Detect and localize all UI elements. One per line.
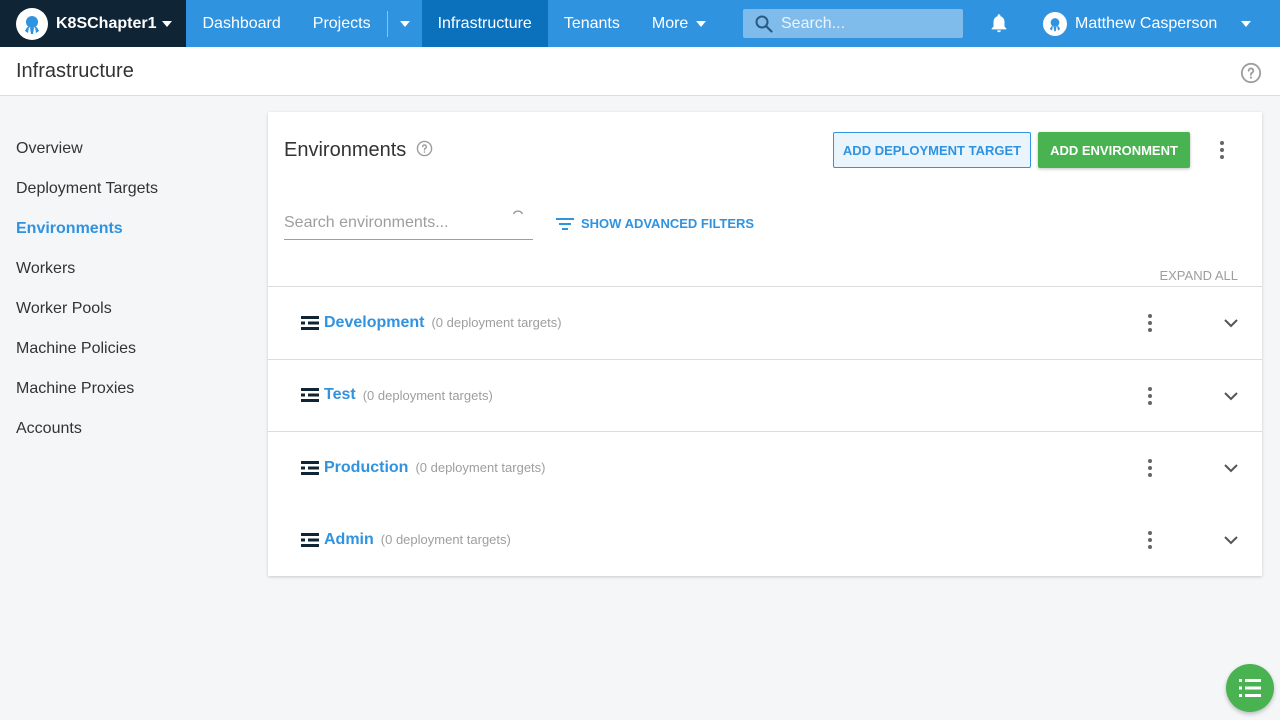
kebab-menu-icon[interactable] bbox=[1138, 384, 1162, 408]
space-switcher[interactable]: K8SChapter1 bbox=[0, 0, 187, 47]
bell-icon[interactable] bbox=[988, 12, 1010, 39]
chevron-down-icon bbox=[696, 20, 707, 27]
sidebar-item-workers[interactable]: Workers bbox=[16, 260, 158, 300]
environment-list: Development (0 deployment targets) Test … bbox=[268, 286, 1262, 576]
expand-all-button[interactable]: EXPAND ALL bbox=[1159, 268, 1238, 283]
sidebar-item-accounts[interactable]: Accounts bbox=[16, 420, 158, 460]
search-environments-input[interactable] bbox=[284, 208, 504, 238]
global-search[interactable] bbox=[743, 9, 963, 38]
space-name: K8SChapter1 bbox=[56, 14, 157, 32]
add-environment-button[interactable]: ADD ENVIRONMENT bbox=[1038, 132, 1190, 168]
environment-icon bbox=[301, 460, 319, 475]
kebab-menu-icon[interactable] bbox=[1138, 528, 1162, 552]
user-name: Matthew Casperson bbox=[1075, 14, 1218, 32]
sidebar-item-worker-pools[interactable]: Worker Pools bbox=[16, 300, 158, 340]
loading-spinner-icon bbox=[511, 208, 525, 227]
chevron-down-icon[interactable] bbox=[1224, 315, 1238, 333]
octopus-logo-icon bbox=[16, 7, 48, 40]
task-list-button[interactable] bbox=[1226, 664, 1274, 712]
panel-title: Environments bbox=[284, 139, 407, 161]
environment-name[interactable]: Production bbox=[324, 459, 408, 477]
environment-icon bbox=[301, 388, 319, 403]
sidebar-item-environments[interactable]: Environments bbox=[16, 220, 158, 260]
kebab-menu-icon[interactable] bbox=[1138, 311, 1162, 335]
chevron-down-icon[interactable] bbox=[1224, 460, 1238, 478]
environment-search bbox=[284, 208, 533, 240]
nav-more[interactable]: More bbox=[636, 0, 722, 47]
sidebar-item-machine-proxies[interactable]: Machine Proxies bbox=[16, 380, 158, 420]
top-navigation: K8SChapter1 Dashboard Projects Infrastru… bbox=[0, 0, 1280, 47]
chevron-down-icon bbox=[1241, 20, 1252, 27]
nav-dashboard[interactable]: Dashboard bbox=[186, 0, 296, 47]
environment-target-count: (0 deployment targets) bbox=[431, 315, 562, 331]
chevron-down-icon[interactable] bbox=[1224, 388, 1238, 406]
kebab-menu-icon[interactable] bbox=[1138, 456, 1162, 480]
page-header: Infrastructure bbox=[0, 47, 1280, 96]
sidebar-item-overview[interactable]: Overview bbox=[16, 140, 158, 180]
nav-infrastructure[interactable]: Infrastructure bbox=[421, 0, 548, 47]
help-circle-icon[interactable] bbox=[1240, 62, 1262, 89]
environment-target-count: (0 deployment targets) bbox=[415, 460, 546, 476]
page-title: Infrastructure bbox=[16, 59, 134, 82]
chevron-down-icon bbox=[162, 20, 173, 27]
nav-tenants[interactable]: Tenants bbox=[548, 0, 636, 47]
search-input[interactable] bbox=[781, 14, 951, 33]
environment-target-count: (0 deployment targets) bbox=[362, 387, 493, 403]
user-menu[interactable]: Matthew Casperson bbox=[1043, 0, 1252, 47]
environment-row[interactable]: Test (0 deployment targets) bbox=[268, 358, 1262, 432]
environments-panel: Environments ADD DEPLOYMENT TARGET ADD E… bbox=[268, 112, 1262, 576]
user-avatar-icon bbox=[1043, 11, 1067, 36]
environment-icon bbox=[301, 315, 319, 330]
sidebar-item-machine-policies[interactable]: Machine Policies bbox=[16, 340, 158, 380]
sidebar: Overview Deployment Targets Environments… bbox=[16, 140, 158, 460]
environment-row[interactable]: Production (0 deployment targets) bbox=[268, 431, 1262, 504]
environment-name[interactable]: Test bbox=[324, 386, 356, 404]
environment-row[interactable]: Development (0 deployment targets) bbox=[268, 286, 1262, 359]
nav-projects[interactable]: Projects bbox=[297, 0, 387, 47]
add-deployment-target-button[interactable]: ADD DEPLOYMENT TARGET bbox=[833, 132, 1031, 168]
environment-target-count: (0 deployment targets) bbox=[380, 532, 511, 548]
filter-icon bbox=[556, 217, 574, 230]
kebab-menu-icon[interactable] bbox=[1210, 138, 1234, 162]
environment-icon bbox=[301, 532, 319, 547]
environment-row[interactable]: Admin (0 deployment targets) bbox=[268, 504, 1262, 577]
environment-name[interactable]: Development bbox=[324, 314, 424, 332]
show-advanced-filters-button[interactable]: SHOW ADVANCED FILTERS bbox=[556, 216, 754, 231]
search-icon bbox=[755, 15, 773, 33]
chevron-down-icon bbox=[399, 20, 410, 27]
task-list-icon bbox=[1239, 679, 1261, 697]
show-advanced-filters-label: SHOW ADVANCED FILTERS bbox=[581, 216, 755, 231]
sidebar-item-deployment-targets[interactable]: Deployment Targets bbox=[16, 180, 158, 220]
environment-name[interactable]: Admin bbox=[324, 531, 374, 549]
nav-more-label: More bbox=[651, 14, 689, 32]
nav-projects-group: Projects bbox=[297, 0, 422, 47]
help-circle-icon[interactable] bbox=[416, 140, 433, 162]
chevron-down-icon[interactable] bbox=[1224, 532, 1238, 550]
projects-dropdown-button[interactable] bbox=[388, 0, 422, 47]
